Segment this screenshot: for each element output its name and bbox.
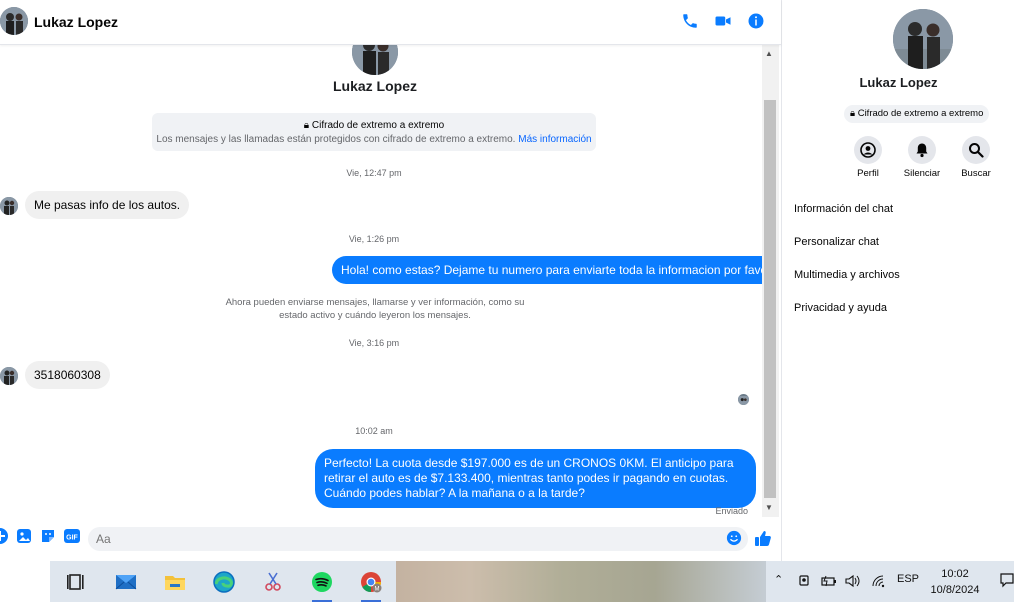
- encryption-badge[interactable]: 🔒︎ Cifrado de extremo a extremo: [844, 105, 990, 123]
- snipping-tool-icon[interactable]: [257, 566, 289, 598]
- timestamp: 10:02 am: [355, 426, 393, 436]
- system-clock[interactable]: 10:02 10/8/2024: [925, 566, 985, 598]
- chrome-icon[interactable]: M: [355, 566, 387, 602]
- sticker-icon[interactable]: [39, 527, 57, 545]
- task-view-icon[interactable]: [60, 566, 92, 598]
- edge-icon[interactable]: [208, 566, 240, 598]
- bell-icon: [916, 143, 928, 158]
- message-composer: GIF: [0, 517, 781, 561]
- clock-date: 10/8/2024: [930, 584, 980, 596]
- timestamp: Vie, 1:26 pm: [348, 234, 400, 244]
- phone-icon[interactable]: [681, 12, 701, 32]
- search-area[interactable]: [0, 561, 50, 602]
- profile-label: Perfil: [857, 168, 879, 179]
- sender-avatar: [0, 197, 18, 215]
- conversation-details-panel: Lukaz Lopez 🔒︎ Cifrado de extremo a extr…: [781, 0, 1014, 561]
- scroll-up-arrow[interactable]: ▲: [765, 49, 773, 58]
- system-message: Ahora pueden enviarse mensajes, llamarse…: [225, 297, 525, 321]
- customize-chat-item[interactable]: Personalizar chat: [794, 236, 879, 248]
- wallpaper-strip: [396, 561, 766, 602]
- lock-icon: 🔒︎: [850, 108, 856, 119]
- profile-button[interactable]: [854, 136, 882, 164]
- spotify-icon[interactable]: [306, 566, 338, 602]
- profile-icon: [860, 142, 876, 158]
- like-icon[interactable]: [754, 529, 772, 547]
- video-call-icon[interactable]: [714, 12, 734, 32]
- encryption-notice: 🔒︎ Cifrado de extremo a extremo Los mens…: [152, 113, 596, 151]
- scrollbar-thumb[interactable]: [764, 100, 776, 498]
- message-list[interactable]: Lukaz Lopez 🔒︎ Cifrado de extremo a extr…: [0, 45, 762, 517]
- encryption-badge-label: Cifrado de extremo a extremo: [857, 108, 984, 119]
- notifications-icon[interactable]: [1000, 572, 1014, 591]
- timestamp: Vie, 3:16 pm: [348, 338, 400, 348]
- info-icon[interactable]: [747, 12, 767, 32]
- chat-header: Lukaz Lopez: [0, 0, 781, 45]
- sender-avatar: [0, 367, 18, 385]
- search-button[interactable]: [962, 136, 990, 164]
- mail-icon[interactable]: [110, 566, 142, 598]
- search-icon: [969, 143, 984, 158]
- contact-avatar[interactable]: [0, 7, 28, 35]
- message-incoming[interactable]: Me pasas info de los autos.: [25, 191, 190, 219]
- scroll-down-arrow[interactable]: ▼: [765, 503, 773, 512]
- svg-text:M: M: [375, 587, 380, 593]
- file-explorer-icon[interactable]: [159, 566, 191, 598]
- chat-info-item[interactable]: Información del chat: [794, 203, 893, 215]
- lock-icon: 🔒︎: [303, 120, 310, 131]
- message-status: Enviado: [715, 506, 748, 516]
- battery-icon[interactable]: [821, 574, 837, 591]
- clock-time: 10:02: [941, 568, 969, 580]
- privacy-support-item[interactable]: Privacidad y ayuda: [794, 302, 887, 314]
- contact-name[interactable]: Lukaz Lopez: [34, 14, 118, 30]
- windows-taskbar: M ⌃ ESP 10:02 10/8/2024: [0, 561, 1014, 602]
- language-indicator[interactable]: ESP: [897, 573, 919, 585]
- mute-label: Silenciar: [903, 168, 941, 179]
- more-actions-icon[interactable]: [0, 527, 9, 545]
- mute-button[interactable]: [908, 136, 936, 164]
- panel-avatar[interactable]: [893, 9, 953, 69]
- message-incoming[interactable]: 3518060308: [25, 361, 110, 389]
- gif-icon[interactable]: GIF: [63, 527, 81, 545]
- panel-contact-name[interactable]: Lukaz Lopez: [782, 75, 1014, 90]
- encryption-title: Cifrado de extremo a extremo: [311, 120, 445, 131]
- message-input[interactable]: [88, 527, 704, 551]
- encryption-description: Los mensajes y las llamadas están proteg…: [156, 134, 516, 145]
- message-outgoing[interactable]: Hola! como estas? Dejame tu numero para …: [332, 256, 762, 284]
- conversation-contact-name: Lukaz Lopez: [332, 78, 417, 94]
- svg-text:GIF: GIF: [66, 535, 78, 542]
- photo-icon[interactable]: [15, 527, 33, 545]
- contact-profile-avatar: [352, 45, 398, 75]
- more-info-link[interactable]: Más información: [518, 134, 591, 145]
- wifi-icon[interactable]: [871, 574, 887, 591]
- search-label: Buscar: [961, 168, 991, 179]
- message-input-box[interactable]: [88, 527, 748, 551]
- seen-avatar: [738, 394, 749, 405]
- media-files-item[interactable]: Multimedia y archivos: [794, 269, 900, 281]
- show-hidden-icons[interactable]: ⌃: [774, 573, 783, 586]
- timestamp: Vie, 12:47 pm: [346, 168, 402, 178]
- meet-now-icon[interactable]: [798, 574, 812, 591]
- volume-icon[interactable]: [845, 574, 861, 591]
- emoji-icon[interactable]: [726, 530, 744, 548]
- message-outgoing[interactable]: Perfecto! La cuota desde $197.000 es de …: [315, 449, 756, 508]
